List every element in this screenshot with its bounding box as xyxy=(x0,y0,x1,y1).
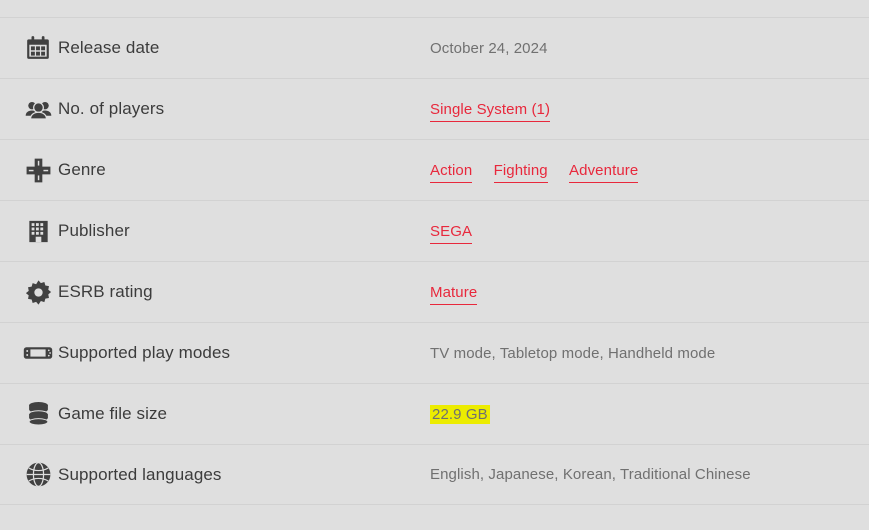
value-link[interactable]: Mature xyxy=(430,283,478,305)
row-label: Supported play modes xyxy=(58,343,231,362)
table-row: Genre Action Fighting Adventure xyxy=(0,139,869,200)
table-row: No. of players Single System (1) xyxy=(0,78,869,139)
switch-console-icon xyxy=(0,343,58,363)
row-label: Release date xyxy=(58,38,160,57)
value-link[interactable]: Fighting xyxy=(493,161,548,183)
value-link[interactable]: Action xyxy=(430,161,473,183)
value-link[interactable]: SEGA xyxy=(430,222,473,244)
table-row: Game file size 22.9 GB xyxy=(0,383,869,444)
row-value: English, Japanese, Korean, Traditional C… xyxy=(430,466,751,483)
table-row: Publisher SEGA xyxy=(0,200,869,261)
row-label: ESRB rating xyxy=(58,282,153,301)
row-label: Supported languages xyxy=(58,464,222,484)
row-value: October 24, 2024 xyxy=(430,39,548,57)
row-value: Mature xyxy=(430,283,869,305)
table-row: Supported languages English, Japanese, K… xyxy=(0,444,869,505)
players-group-icon xyxy=(0,96,58,123)
database-icon xyxy=(0,401,58,427)
file-size-highlight: 22.9 GB xyxy=(430,404,490,424)
row-value: 22.9 GB xyxy=(430,404,869,424)
row-value: TV mode, Tabletop mode, Handheld mode xyxy=(430,344,716,362)
value-link[interactable]: Single System (1) xyxy=(430,100,551,122)
dpad-icon xyxy=(0,157,58,184)
table-row: Supported play modes TV mode, Tabletop m… xyxy=(0,322,869,383)
row-label: Game file size xyxy=(58,404,168,423)
row-label: Publisher xyxy=(58,221,130,240)
value-link[interactable]: Adventure xyxy=(569,161,639,183)
game-spec-table: Release date October 24, 2024 No. of pla… xyxy=(0,0,869,530)
row-label: Genre xyxy=(58,160,106,179)
calendar-icon xyxy=(0,35,58,61)
row-value: Action Fighting Adventure xyxy=(430,161,869,183)
row-label: No. of players xyxy=(58,99,165,118)
table-row: ESRB rating Mature xyxy=(0,261,869,322)
globe-icon xyxy=(0,461,58,488)
row-value: Single System (1) xyxy=(430,100,869,122)
table-row: Release date October 24, 2024 xyxy=(0,17,869,78)
row-value: SEGA xyxy=(430,222,869,244)
building-icon xyxy=(0,219,58,244)
gear-icon xyxy=(0,279,58,306)
